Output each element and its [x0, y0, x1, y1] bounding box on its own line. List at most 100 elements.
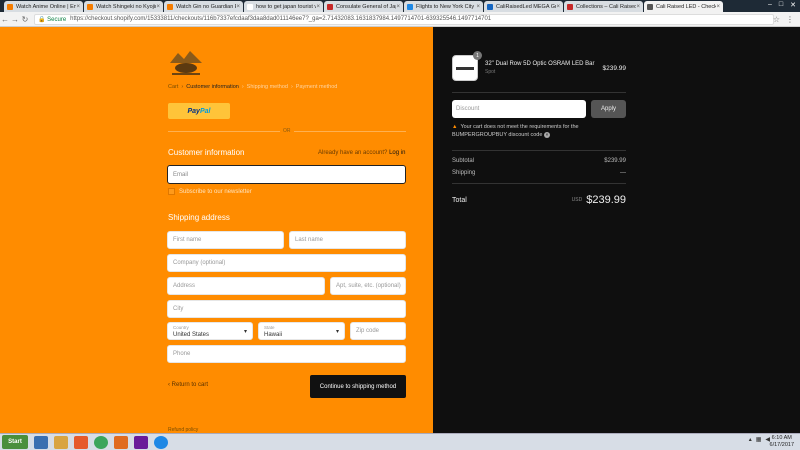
url-input[interactable]: 🔒 Secure https://checkout.shopify.com/15… — [34, 13, 774, 25]
minimize-button[interactable]: – — [768, 1, 772, 9]
browser-tab[interactable]: Watch Gin no Guardian Ep × — [164, 1, 243, 12]
chrome-icon[interactable] — [94, 435, 108, 449]
last-name-field[interactable]: Last name — [289, 231, 406, 249]
divider — [452, 183, 626, 184]
first-name-field[interactable]: First name — [167, 231, 284, 249]
paypal-pay-text: Pay — [187, 107, 200, 115]
tab-label: how to get japan tourist vi — [256, 3, 316, 10]
browser-tab[interactable]: Consulate General of Japa × — [324, 1, 403, 12]
total-currency: USD — [571, 197, 583, 203]
email-field[interactable]: Email — [167, 165, 406, 184]
browser-tab[interactable]: Watch Shingeki no Kyojin × — [84, 1, 163, 12]
browser-tab[interactable]: how to get japan tourist vi × — [244, 1, 323, 12]
browser-tab[interactable]: Flights to New York City × — [404, 1, 483, 12]
login-link[interactable]: Log in — [389, 150, 405, 156]
reload-button[interactable]: ↻ — [20, 15, 30, 24]
tab-close-icon[interactable]: × — [76, 4, 80, 10]
return-to-cart-link[interactable]: ‹ Return to cart — [168, 382, 208, 388]
led-bar-image — [456, 67, 474, 70]
divider — [452, 92, 626, 93]
favicon-icon — [87, 3, 93, 10]
store-logo[interactable] — [168, 49, 204, 77]
tray-arrow-icon[interactable]: ▴ — [749, 436, 752, 443]
favicon-icon — [567, 3, 573, 10]
city-field[interactable]: City — [167, 300, 406, 318]
media-player-icon[interactable] — [74, 435, 88, 449]
apply-discount-button[interactable]: Apply — [591, 100, 626, 118]
warning-icon: ▲ — [452, 124, 458, 130]
state-label: State — [264, 325, 275, 330]
breadcrumb-separator: › — [290, 84, 293, 90]
tab-close-icon[interactable]: × — [476, 4, 480, 10]
discount-input[interactable]: Discount — [452, 100, 586, 118]
subtotal-label: Subtotal — [452, 158, 475, 164]
forward-button[interactable]: → — [10, 15, 20, 24]
folder-icon[interactable] — [54, 435, 68, 449]
skype-icon[interactable] — [154, 435, 168, 449]
product-variant: Spot — [485, 69, 496, 75]
system-clock[interactable]: 6:10 AM 6/17/2017 — [770, 435, 794, 449]
browser-tab[interactable]: Cali Raised LED - Checkout× — [644, 1, 723, 12]
tab-close-icon[interactable]: × — [236, 4, 240, 10]
tab-label: Watch Shingeki no Kyojin — [96, 3, 156, 10]
outlook-icon[interactable] — [114, 435, 128, 449]
continue-to-shipping-button[interactable]: Continue to shipping method — [310, 375, 406, 398]
tab-close-icon[interactable]: × — [556, 4, 560, 10]
shipping-row: Shipping — — [452, 170, 626, 176]
paypal-pal-text: Pal — [199, 107, 211, 115]
secure-lock-icon: 🔒 Secure — [38, 16, 67, 23]
browser-tab[interactable]: Collections – Cali Raised L × — [564, 1, 643, 12]
apt-field[interactable]: Apt, suite, etc. (optional) — [330, 277, 406, 295]
phone-field[interactable]: Phone — [167, 345, 406, 363]
state-select[interactable]: State Hawaii ▾ — [258, 322, 345, 340]
newsletter-option[interactable]: Subscribe to our newsletter — [168, 188, 252, 195]
system-tray: ▴ ▦ ◀ — [749, 436, 770, 443]
login-prompt-text: Already have an account? — [318, 150, 388, 156]
address-field[interactable]: Address — [167, 277, 325, 295]
ie-icon[interactable] — [34, 435, 48, 449]
tab-close-icon[interactable]: × — [716, 4, 720, 10]
total-value: $239.99 — [586, 194, 626, 206]
country-label: Country — [173, 325, 189, 330]
customer-information-heading: Customer information — [168, 148, 245, 157]
app-icon[interactable] — [134, 435, 148, 449]
start-button[interactable]: Start — [2, 435, 28, 449]
tab-label: Collections – Cali Raised L — [576, 3, 636, 10]
breadcrumb-separator: › — [241, 84, 244, 90]
favicon-icon — [167, 3, 173, 10]
logo-base — [172, 73, 200, 75]
tab-close-icon[interactable]: × — [156, 4, 160, 10]
clock-date: 6/17/2017 — [769, 442, 794, 448]
total-amount: USD $239.99 — [572, 194, 626, 206]
browser-tab[interactable]: CaliRaisedLed MEGA Grou× — [484, 1, 563, 12]
country-value: United States — [173, 332, 210, 338]
maximize-button[interactable]: □ — [779, 1, 783, 9]
paypal-button[interactable]: Pay Pal — [168, 103, 230, 119]
secure-label: Secure — [47, 16, 67, 23]
tab-close-icon[interactable]: × — [316, 4, 320, 10]
quantity-badge: 1 — [473, 51, 482, 60]
browser-menu-icon[interactable]: ⋮ — [786, 15, 794, 24]
zip-code-field[interactable]: Zip code — [350, 322, 406, 340]
divider — [452, 150, 626, 151]
favicon-icon — [327, 3, 333, 10]
warning-text: Your cart does not meet the requirements… — [452, 124, 579, 138]
newsletter-label: Subscribe to our newsletter — [179, 188, 252, 195]
favicon-icon — [647, 3, 653, 10]
tab-label: Consulate General of Japa — [336, 3, 396, 10]
company-field[interactable]: Company (optional) — [167, 254, 406, 272]
country-select[interactable]: Country United States ▾ — [167, 322, 253, 340]
breadcrumb-cart[interactable]: Cart — [168, 84, 178, 90]
network-icon[interactable]: ▦ — [756, 436, 762, 443]
remove-discount-icon[interactable]: × — [543, 132, 550, 138]
bookmark-star-icon[interactable]: ☆ — [773, 15, 780, 24]
browser-tab[interactable]: Watch Anime Online | Eng × — [4, 1, 83, 12]
newsletter-checkbox[interactable] — [168, 188, 175, 195]
breadcrumb-payment-method: Payment method — [295, 84, 338, 90]
breadcrumb: Cart › Customer information › Shipping m… — [168, 84, 337, 90]
back-button[interactable]: ← — [0, 15, 10, 24]
tab-close-icon[interactable]: × — [396, 4, 400, 10]
state-value: Hawaii — [264, 332, 283, 338]
close-window-button[interactable]: ✕ — [790, 1, 796, 9]
tab-close-icon[interactable]: × — [636, 4, 640, 10]
